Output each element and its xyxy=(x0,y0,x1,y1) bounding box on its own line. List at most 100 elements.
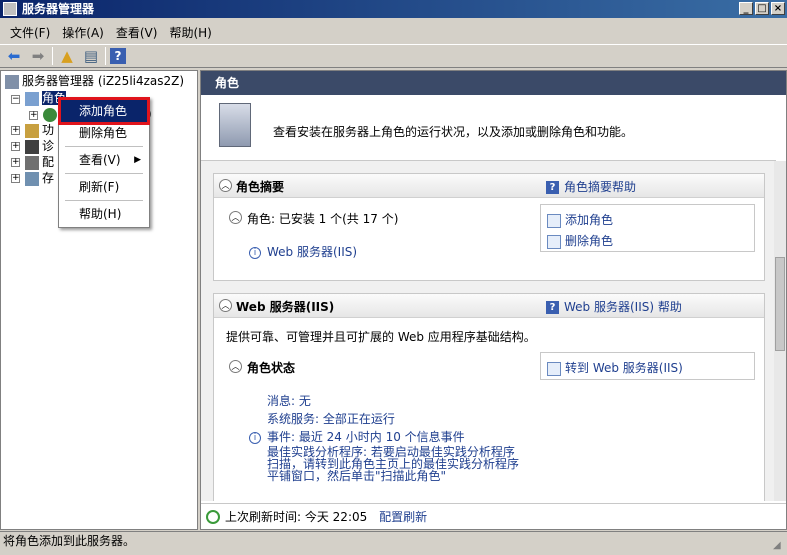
minimize-button[interactable]: _ xyxy=(739,2,753,15)
tree-item-diagnostics[interactable]: 诊 xyxy=(25,138,54,154)
menu-bar: 文件(F) 操作(A) 查看(V) 帮助(H) xyxy=(0,22,787,42)
add-roles-label: 添加角色 xyxy=(565,213,614,227)
show-hide-tree-icon[interactable]: ▤ xyxy=(81,46,101,66)
expand-diagnostics-icon[interactable]: + xyxy=(11,142,20,151)
storage-icon xyxy=(25,171,39,186)
title-bar: 服务器管理器 _ □ × xyxy=(0,0,787,18)
goto-web-server-label: 转到 Web 服务器(IIS) xyxy=(565,361,683,375)
content-area: ︿ 角色摘要 ? 角色摘要帮助 ︿ 角色: 已安装 1 个(共 17 个) i We… xyxy=(201,161,776,501)
tree-item-configuration[interactable]: 配 xyxy=(25,154,54,170)
add-roles-icon xyxy=(547,213,561,228)
close-button[interactable]: × xyxy=(771,2,785,15)
context-view[interactable]: 查看(V) ▶ xyxy=(61,149,147,171)
help-icon: ? xyxy=(546,301,559,314)
web-actions-box: 转到 Web 服务器(IIS) xyxy=(540,352,755,380)
remove-roles-link[interactable]: 删除角色 xyxy=(547,232,613,249)
status-text: 将角色添加到此服务器。 xyxy=(3,534,136,548)
info-icon: i xyxy=(249,246,261,259)
context-add-role[interactable]: 添加角色 xyxy=(58,97,150,125)
help-link-label: 角色摘要帮助 xyxy=(564,180,637,194)
roles-installed-count: 角色: 已安装 1 个(共 17 个) xyxy=(247,212,399,226)
forward-icon[interactable]: ➡ xyxy=(28,46,48,66)
menu-action[interactable]: 操作(A) xyxy=(56,24,110,41)
up-folder-icon[interactable]: ▲ xyxy=(57,46,77,66)
context-separator xyxy=(65,200,143,201)
configuration-icon xyxy=(25,155,39,170)
expand-configuration-icon[interactable]: + xyxy=(11,158,20,167)
diagnostics-icon xyxy=(25,139,39,154)
context-separator xyxy=(65,146,143,147)
messages-status[interactable]: 消息: 无 xyxy=(267,392,311,409)
help-icon[interactable]: ? xyxy=(110,48,126,64)
bpa-line-3[interactable]: 平铺窗口，然后单击"扫描此角色" xyxy=(267,470,446,483)
context-view-label: 查看(V) xyxy=(79,153,121,167)
refresh-footer: 上次刷新时间: 今天 22:05 配置刷新 xyxy=(201,503,786,529)
expand-web-server-icon[interactable]: + xyxy=(29,111,38,120)
menu-help[interactable]: 帮助(H) xyxy=(163,24,217,41)
banner-description: 查看安装在服务器上角色的运行状况，以及添加或删除角色和功能。 xyxy=(273,125,634,139)
web-server-icon xyxy=(43,107,57,122)
window-title: 服务器管理器 xyxy=(22,2,95,16)
roles-icon xyxy=(25,91,39,106)
tree-item-server-manager[interactable]: 服务器管理器 (iZ25li4zas2Z) xyxy=(5,73,184,89)
roles-actions-box: 添加角色 删除角色 xyxy=(540,204,755,252)
roles-summary-help-link[interactable]: ? 角色摘要帮助 xyxy=(546,178,636,195)
collapse-roles-icon[interactable]: − xyxy=(11,95,20,104)
context-help[interactable]: 帮助(H) xyxy=(61,203,147,225)
help-icon: ? xyxy=(546,181,559,194)
expand-features-icon[interactable]: + xyxy=(11,126,20,135)
last-refresh-text: 上次刷新时间: 今天 22:05 xyxy=(225,510,368,524)
status-bar: 将角色添加到此服务器。 ◢ xyxy=(0,531,787,551)
tree-item-label: 配 xyxy=(42,155,55,169)
goto-icon xyxy=(547,361,561,376)
tree-item-label: 服务器管理器 (iZ25li4zas2Z) xyxy=(22,74,185,88)
context-refresh[interactable]: 刷新(F) xyxy=(61,176,147,198)
scrollbar-thumb[interactable] xyxy=(775,257,785,351)
toolbar: ⬅ ➡ ▲ ▤ ? xyxy=(0,44,787,68)
back-icon[interactable]: ⬅ xyxy=(4,46,24,66)
tree-item-storage[interactable]: 存 xyxy=(25,170,54,186)
system-services-status[interactable]: 系统服务: 全部正在运行 xyxy=(267,410,395,427)
tree-item-label: 存 xyxy=(42,171,55,185)
web-server-header: ︿ Web 服务器(IIS) ? Web 服务器(IIS) 帮助 xyxy=(214,294,764,318)
app-icon xyxy=(3,2,17,16)
remove-roles-icon xyxy=(547,234,561,249)
roles-summary-title: 角色摘要 xyxy=(236,180,285,194)
info-icon: i xyxy=(249,431,261,444)
collapse-summary-icon[interactable]: ︿ xyxy=(219,179,232,192)
pane-header: 角色 xyxy=(201,71,786,95)
context-remove-role[interactable]: 删除角色 xyxy=(61,122,147,144)
tree-item-label: 功 xyxy=(42,123,55,137)
role-status-title: 角色状态 xyxy=(247,361,296,375)
tree-item-features[interactable]: 功 xyxy=(25,122,54,138)
menu-file[interactable]: 文件(F) xyxy=(4,24,56,41)
events-status[interactable]: i 事件: 最近 24 小时内 10 个信息事件 xyxy=(249,428,465,445)
toolbar-separator xyxy=(52,47,53,65)
expand-storage-icon[interactable]: + xyxy=(11,174,20,183)
configure-refresh-link[interactable]: 配置刷新 xyxy=(379,510,427,524)
roles-summary-section: ︿ 角色摘要 ? 角色摘要帮助 ︿ 角色: 已安装 1 个(共 17 个) i We… xyxy=(213,173,765,281)
menu-view[interactable]: 查看(V) xyxy=(110,24,164,41)
toolbar-separator xyxy=(105,47,106,65)
installed-role-link[interactable]: i Web 服务器(IIS) xyxy=(249,243,357,260)
collapse-role-status-icon[interactable]: ︿ xyxy=(229,360,242,373)
goto-web-server-link[interactable]: 转到 Web 服务器(IIS) xyxy=(547,359,683,376)
tree-item-label: 诊 xyxy=(42,139,55,153)
installed-role-label: Web 服务器(IIS) xyxy=(267,245,358,259)
context-separator xyxy=(65,173,143,174)
context-menu: 添加角色 删除角色 查看(V) ▶ 刷新(F) 帮助(H) xyxy=(58,97,150,228)
add-roles-link[interactable]: 添加角色 xyxy=(547,211,613,228)
events-label: 事件: 最近 24 小时内 10 个信息事件 xyxy=(267,430,465,444)
server-manager-icon xyxy=(5,74,19,89)
maximize-button[interactable]: □ xyxy=(755,2,769,15)
collapse-roles-status-icon[interactable]: ︿ xyxy=(229,211,242,224)
resize-grip-icon[interactable]: ◢ xyxy=(773,537,785,551)
web-server-title: Web 服务器(IIS) xyxy=(236,300,335,314)
details-pane: 角色 查看安装在服务器上角色的运行状况，以及添加或删除角色和功能。 ︿ 角色摘要… xyxy=(200,70,787,530)
vertical-scrollbar[interactable] xyxy=(774,161,786,501)
roles-banner: 查看安装在服务器上角色的运行状况，以及添加或删除角色和功能。 xyxy=(201,95,776,161)
remove-roles-label: 删除角色 xyxy=(565,234,614,248)
refresh-icon xyxy=(206,510,220,524)
web-server-help-link[interactable]: ? Web 服务器(IIS) 帮助 xyxy=(546,298,682,315)
collapse-web-server-icon[interactable]: ︿ xyxy=(219,299,232,312)
